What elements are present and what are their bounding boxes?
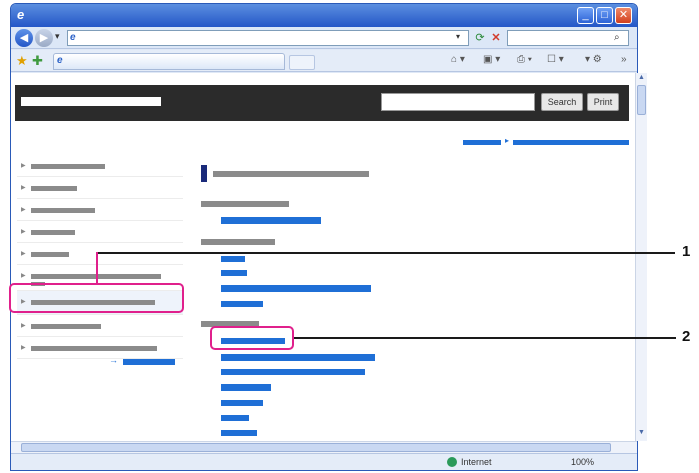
content-link[interactable] [221,301,263,307]
content-link[interactable] [221,369,365,375]
sidebar-item-label [31,252,69,257]
arrow-icon: ▶ [21,185,26,191]
search-button[interactable]: Search [541,93,583,111]
ie-logo-icon: e [17,7,25,22]
sidebar-item[interactable]: ▶ [17,199,183,221]
browser-window: e _ □ ✕ ◀ ▶ ▾ e ▾ ⟳ ✕ ⌕ ★ ✚ e ⌂ ▾ ▣ ▾ ⎙ … [10,3,647,471]
arrow-icon: ▶ [21,207,26,213]
favorites-toolbar: ★ ✚ e ⌂ ▾ ▣ ▾ ⎙ ▾ ☐ ▾ ▾ ⚙ » [11,50,637,72]
address-bar[interactable]: e ▾ [67,30,469,46]
sidebar-item[interactable]: ▶ [17,155,183,177]
callout-line-2 [294,337,676,339]
content-link[interactable] [221,256,245,262]
more-icon[interactable]: » [621,54,627,65]
horizontal-scrollbar[interactable] [11,441,637,453]
content-link[interactable] [221,217,321,224]
section-heading [201,201,289,207]
minimize-button[interactable]: _ [577,7,594,24]
site-search-input[interactable] [381,93,535,111]
security-zone: Internet [461,457,492,467]
breadcrumb-link[interactable] [513,140,629,145]
arrow-icon: ▶ [21,323,26,329]
sidebar-item-label [31,208,95,213]
star-icon[interactable]: ★ [16,53,28,69]
arrow-icon: ▶ [21,229,26,235]
content-link[interactable] [221,384,271,391]
arrow-icon: ▶ [21,163,26,169]
sidebar-item-label [31,346,157,351]
history-dropdown-icon[interactable]: ▾ [55,31,60,42]
title-marker [201,165,207,182]
page-title [213,171,369,177]
content-link[interactable] [221,415,249,421]
sidebar-item[interactable]: ▶ [17,221,183,243]
sidebar-item[interactable]: ▶ [17,243,183,265]
scroll-thumb[interactable] [21,443,611,452]
sidebar-item[interactable]: ▶ [17,177,183,199]
page-menu-icon[interactable]: ☐ ▾ [547,54,564,65]
sidebar-nav: ▶ ▶ ▶ ▶ ▶ ▶ ▶ ▶ ▶ [17,155,183,359]
sidebar-item[interactable]: ▶ [17,315,183,337]
content-link[interactable] [221,430,257,436]
scroll-down-icon[interactable]: ▼ [638,429,645,436]
feeds-icon[interactable]: ▣ ▾ [483,54,500,65]
callout-connector-1 [96,252,98,284]
refresh-icon[interactable]: ⟳ [473,31,487,45]
page-icon: e [70,32,76,43]
tools-icon[interactable]: ▾ ⚙ [585,54,602,65]
content-link[interactable] [221,400,263,406]
stop-icon[interactable]: ✕ [489,31,503,45]
vertical-scrollbar[interactable]: ▲ ▼ [635,73,647,441]
globe-icon [447,457,457,467]
print-icon[interactable]: ⎙ ▾ [517,54,532,65]
site-logo [21,97,161,106]
print-button[interactable]: Print [587,93,619,111]
content-link[interactable] [221,354,375,361]
sidebar-item-label [31,186,77,191]
address-toolbar: ◀ ▶ ▾ e ▾ ⟳ ✕ ⌕ [11,27,637,49]
search-icon[interactable]: ⌕ [614,32,620,43]
arrow-icon: ▶ [21,345,26,351]
address-dropdown-icon[interactable]: ▾ [456,32,460,41]
sidebar-more-link[interactable] [123,359,175,365]
back-arrow-icon[interactable]: ◀ [15,29,33,47]
more-arrow-icon: → [109,355,118,365]
zoom-level[interactable]: 100% [571,457,594,467]
status-bar: Internet 100% [11,453,637,470]
section-heading [201,239,275,245]
callout-line-1 [97,252,675,254]
site-header: Search Print [15,85,629,121]
arrow-icon: ▶ [21,273,26,279]
web-page: Search Print ▸ ▶ ▶ ▶ ▶ ▶ ▶ ▶ ▶ ▶ → ▲ ▼ [11,73,647,441]
arrow-icon: ▶ [21,251,26,257]
breadcrumb-link[interactable] [463,140,501,145]
scroll-up-icon[interactable]: ▲ [638,74,645,81]
home-icon[interactable]: ⌂ ▾ [451,54,465,65]
sidebar-item[interactable]: ▶ [17,337,183,359]
browser-tab[interactable]: e [53,53,285,70]
sidebar-item-label [31,324,101,329]
callout-number-1: 1 [682,243,691,260]
sidebar-item-label [31,230,75,235]
title-bar: e _ □ ✕ [11,4,637,27]
callout-highlight-link [210,326,294,350]
sidebar-item-label [31,164,105,169]
callout-highlight-sidebar [9,283,184,313]
add-favorite-icon[interactable]: ✚ [32,53,43,69]
callout-number-2: 2 [682,328,691,345]
maximize-button[interactable]: □ [596,7,613,24]
forward-arrow-icon[interactable]: ▶ [35,29,53,47]
close-button[interactable]: ✕ [615,7,632,24]
content-link[interactable] [221,285,371,292]
content-link[interactable] [221,270,247,276]
browser-search-input[interactable]: ⌕ [507,30,629,46]
breadcrumb-separator: ▸ [505,136,510,145]
tab-page-icon: e [57,55,63,66]
new-tab-button[interactable] [289,55,315,70]
scroll-thumb[interactable] [637,85,646,115]
